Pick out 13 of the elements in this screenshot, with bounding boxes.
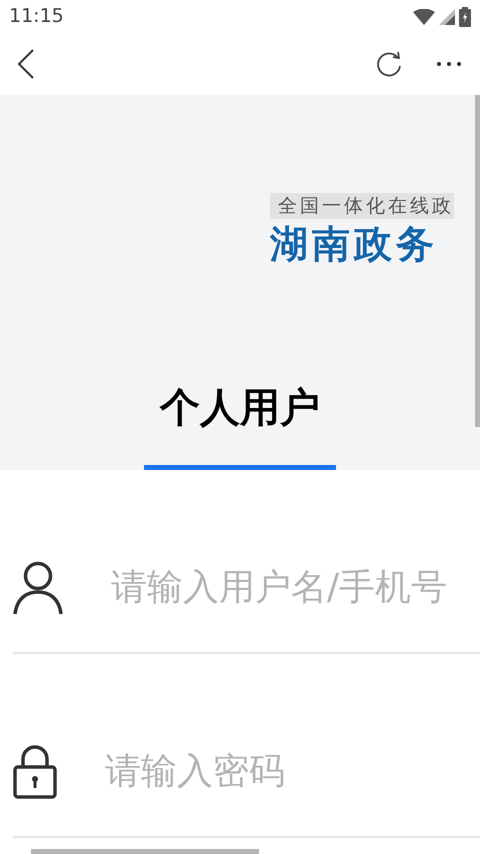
refresh-button[interactable]	[376, 51, 402, 77]
user-icon	[13, 560, 63, 616]
tab[interactable]: 个人用户	[144, 350, 336, 470]
lock-icon	[13, 745, 57, 799]
logo-subtitle: 全国一体化在线政	[270, 193, 454, 219]
battery-icon	[459, 6, 471, 26]
status-time: 11:15	[9, 4, 64, 30]
wifi-icon	[413, 8, 435, 24]
input-field[interactable]: 请输入用户名/手机号	[111, 561, 480, 615]
input-field[interactable]: 请输入密码	[105, 745, 480, 799]
signal-icon	[439, 8, 455, 24]
more-icon	[436, 61, 462, 67]
logo-title: 湖南政务	[270, 221, 439, 268]
